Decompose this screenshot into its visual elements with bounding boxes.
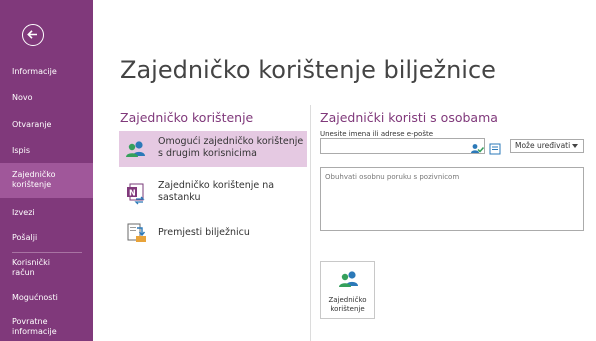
- sidebar-item-label: Izvezi: [12, 208, 35, 217]
- option-share-in-meeting[interactable]: N Zajedničko korištenje na sastanku: [119, 177, 307, 213]
- sidebar-item-novo[interactable]: Novo: [0, 93, 93, 107]
- sidebar-divider: [12, 252, 82, 253]
- sidebar-item-label: Zajedničko korištenje: [12, 170, 56, 189]
- people-icon: [338, 269, 360, 293]
- sidebar-item-label: Korisnički račun: [12, 258, 50, 277]
- svg-text:N: N: [129, 189, 136, 198]
- sidebar-item-label: Pošalji: [12, 233, 38, 242]
- sidebar-item-label: Povratne informacije: [12, 317, 57, 336]
- option-label: Zajedničko korištenje na sastanku: [158, 180, 275, 203]
- personal-message-field[interactable]: Obuhvati osobnu poruku s pozivnicom: [320, 167, 584, 231]
- sidebar-item-posalji[interactable]: Pošalji: [0, 233, 93, 247]
- sidebar-item-label: Ispis: [12, 146, 30, 155]
- people-section-title: Zajednički koristi s osobama: [320, 110, 498, 125]
- sidebar-item-label: Mogućnosti: [12, 293, 58, 302]
- sidebar-item-zajednicko-koristenje[interactable]: Zajedničko korištenje: [0, 163, 93, 198]
- share-button-label: Zajedničko korištenje: [328, 296, 367, 313]
- people-icon: [125, 139, 147, 163]
- address-book-icon[interactable]: [489, 140, 501, 159]
- permission-dropdown[interactable]: Može uređivati: [510, 139, 584, 153]
- page-title: Zajedničko korištenje bilježnice: [120, 56, 496, 84]
- share-button[interactable]: Zajedničko korištenje: [320, 261, 375, 319]
- sidebar-item-korisnicki-racun[interactable]: Korisnički račun: [0, 258, 93, 282]
- sidebar-item-label: Novo: [12, 93, 33, 102]
- email-field[interactable]: [320, 138, 485, 154]
- sidebar-item-povratne-informacije[interactable]: Povratne informacije: [0, 317, 93, 341]
- option-label: Omogući zajedničko korištenje s drugim k…: [158, 136, 304, 159]
- sidebar-item-ispis[interactable]: Ispis: [0, 146, 93, 160]
- sidebar-item-otvaranje[interactable]: Otvaranje: [0, 120, 93, 134]
- share-section-title: Zajedničko korištenje: [120, 110, 254, 125]
- section-divider: [310, 105, 311, 341]
- email-field-label: Unesite imena ili adrese e-pošte: [320, 130, 434, 138]
- backstage-sidebar: Informacije Novo Otvaranje Ispis Zajedni…: [0, 0, 93, 341]
- option-move-notebook[interactable]: Premjesti bilježnicu: [119, 220, 307, 248]
- back-arrow-icon[interactable]: [22, 24, 44, 46]
- onenote-meeting-icon: N: [125, 183, 147, 209]
- sidebar-item-informacije[interactable]: Informacije: [0, 67, 93, 81]
- option-share-with-people[interactable]: Omogući zajedničko korištenje s drugim k…: [119, 131, 307, 167]
- sidebar-item-label: Informacije: [12, 67, 57, 76]
- sidebar-item-mogucnosti[interactable]: Mogućnosti: [0, 293, 93, 307]
- sidebar-item-label: Otvaranje: [12, 120, 52, 129]
- permission-value: Može uređivati: [515, 141, 571, 150]
- option-label: Premjesti bilježnicu: [158, 227, 250, 238]
- move-notebook-icon: [125, 222, 147, 248]
- sidebar-item-izvezi[interactable]: Izvezi: [0, 208, 93, 222]
- chevron-down-icon: [572, 144, 578, 148]
- check-names-icon[interactable]: [470, 140, 485, 159]
